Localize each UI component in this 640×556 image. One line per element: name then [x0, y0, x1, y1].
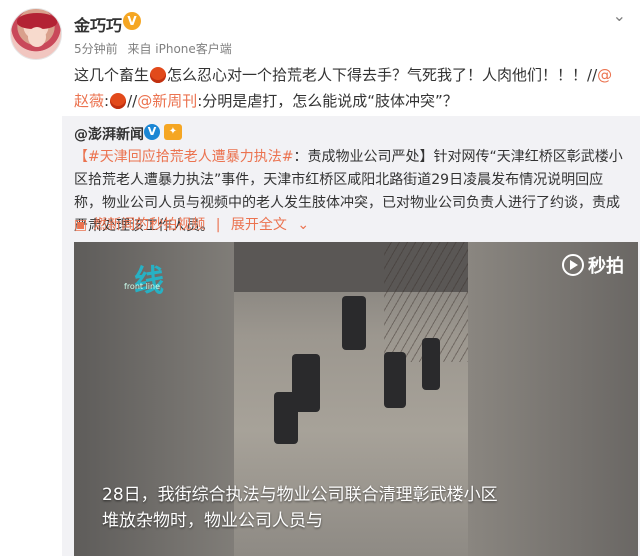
- post-time[interactable]: 5分钟前: [74, 42, 118, 56]
- verified-badge-icon: V: [123, 12, 141, 30]
- post-source: 来自 iPhone客户端: [127, 42, 232, 56]
- subtitle-line: 28日，我街综合执法与物业公司联合清理彰武楼小区: [102, 485, 498, 505]
- repost-card: @澎湃新闻 V ✦ 【#天津回应拾荒老人遭暴力执法#：责成物业公司严处】针对网传…: [62, 116, 640, 556]
- post-text-part: //: [127, 92, 138, 110]
- hashtag-link[interactable]: 【#天津回应拾荒老人遭暴力执法#: [74, 149, 293, 165]
- mention-link[interactable]: @新周刊: [137, 92, 197, 110]
- post-text-part: 怎么忍心对一个拾荒老人下得去手？气死我了！人肉他们！！！//: [167, 66, 598, 84]
- post-text-part: 这几个畜生: [74, 66, 150, 84]
- gold-badge-icon: ✦: [164, 124, 182, 140]
- video-person: [384, 352, 406, 408]
- video-person: [342, 296, 366, 350]
- video-person: [422, 338, 440, 390]
- play-icon: [562, 254, 584, 276]
- video-subtitle: 28日，我街综合执法与物业公司联合清理彰武楼小区 堆放杂物时，物业公司人员与: [102, 482, 622, 534]
- username[interactable]: 金巧巧: [74, 12, 122, 36]
- video-player[interactable]: 线 front line 秒拍 28日，我街综合执法与物业公司联合清理彰武楼小区…: [74, 242, 638, 556]
- repost-links: ▣ 燃新闻的秒拍视频 | 展开全文 ⌄: [74, 214, 315, 234]
- separator: |: [215, 217, 221, 233]
- expand-link[interactable]: 展开全文: [231, 217, 287, 233]
- user-avatar[interactable]: [10, 8, 62, 60]
- post-text: 这几个畜生 怎么忍心对一个拾荒老人下得去手？气死我了！人肉他们！！！//@赵薇: /…: [74, 62, 624, 114]
- vip-badge-icon: V: [144, 124, 160, 140]
- subtitle-line: 堆放杂物时，物业公司人员与: [102, 511, 323, 531]
- video-person: [274, 392, 298, 444]
- weibo-post: 金巧巧 V ⌄ 5分钟前 来自 iPhone客户端 这几个畜生 怎么忍心对一个拾荒…: [0, 0, 640, 556]
- avatar-face: [28, 27, 46, 47]
- angry-emoji-icon: [110, 93, 127, 109]
- video-logo-sub: front line: [124, 282, 161, 291]
- chevron-down-icon: ⌄: [297, 217, 310, 233]
- miaopai-brand: 秒拍: [562, 252, 624, 278]
- video-link-icon: ▣: [74, 217, 88, 233]
- angry-emoji-icon: [150, 67, 167, 83]
- post-meta: 5分钟前 来自 iPhone客户端: [74, 40, 238, 57]
- video-logo: 线: [134, 264, 164, 299]
- post-text-part: :: [104, 92, 110, 110]
- video-link[interactable]: 燃新闻的秒拍视频: [93, 217, 205, 233]
- repost-username[interactable]: @澎湃新闻: [74, 124, 144, 144]
- chevron-down-icon[interactable]: ⌄: [613, 6, 626, 25]
- brand-label: 秒拍: [588, 256, 624, 277]
- post-text-part: :分明是虐打，怎么能说成“肢体冲突”？: [197, 92, 458, 110]
